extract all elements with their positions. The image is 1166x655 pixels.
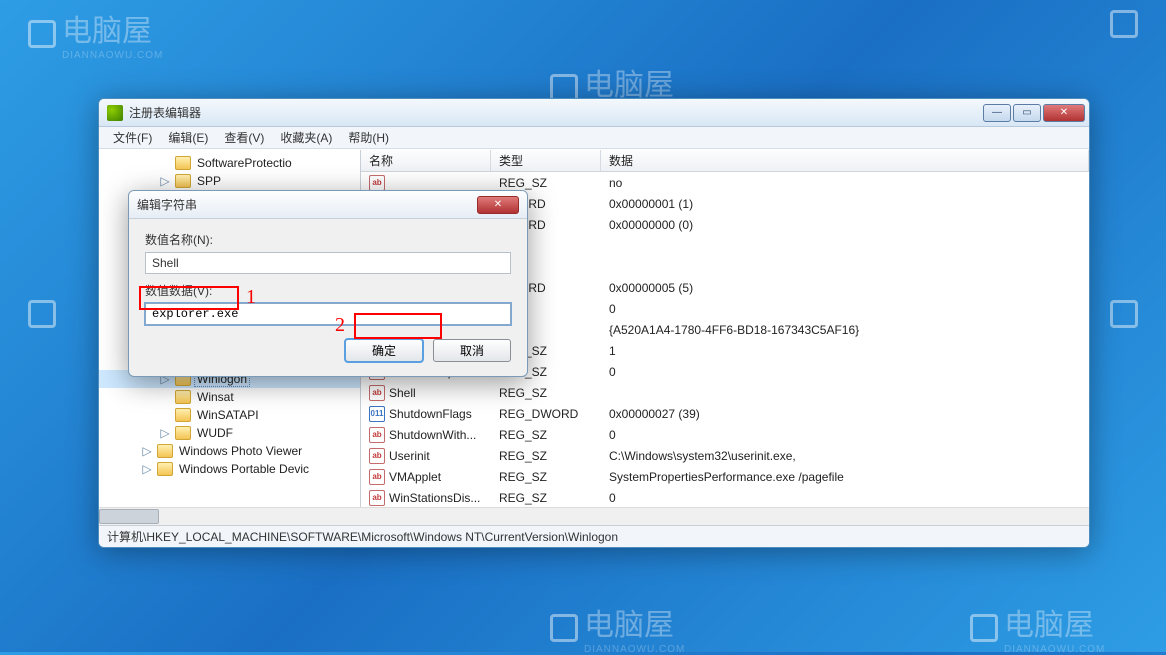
tree-item-label: Winsat xyxy=(195,390,236,404)
list-row[interactable]: ab ShutdownWith... REG_SZ0 xyxy=(361,424,1089,445)
tree-item[interactable]: Winsat xyxy=(99,388,360,406)
folder-icon xyxy=(175,408,191,422)
list-row[interactable]: 011 ShutdownFlags REG_DWORD0x00000027 (39) xyxy=(361,403,1089,424)
watermark-icon xyxy=(28,20,56,48)
value-name: ShutdownWith... xyxy=(389,428,476,442)
watermark-sub: DIANNAOWU.COM xyxy=(62,50,163,61)
tree-item-label: WUDF xyxy=(195,426,235,440)
col-type[interactable]: 类型 xyxy=(491,150,601,171)
ok-button[interactable]: 确定 xyxy=(345,339,423,362)
value-data-input[interactable] xyxy=(145,303,511,325)
tree-item-label: SoftwareProtectio xyxy=(195,156,294,170)
list-row[interactable]: ab VMApplet REG_SZSystemPropertiesPerforma… xyxy=(361,466,1089,487)
expand-icon[interactable]: ▷ xyxy=(141,444,153,459)
list-header[interactable]: 名称 类型 数据 xyxy=(361,150,1089,172)
tree-item[interactable]: ▷ SPP xyxy=(99,172,360,190)
tree-item-label: SPP xyxy=(195,174,223,188)
titlebar[interactable]: 注册表编辑器 — ▭ ✕ xyxy=(99,99,1089,127)
value-data: 1 xyxy=(601,344,1089,358)
value-icon: ab xyxy=(369,490,385,506)
value-icon: ab xyxy=(369,448,385,464)
status-path: 计算机\HKEY_LOCAL_MACHINE\SOFTWARE\Microsof… xyxy=(107,528,618,545)
value-type: REG_SZ xyxy=(491,176,601,190)
folder-icon xyxy=(157,444,173,458)
folder-icon xyxy=(175,156,191,170)
value-name: ShutdownFlags xyxy=(389,407,472,421)
menu-view[interactable]: 查看(V) xyxy=(216,127,272,148)
value-data: 0 xyxy=(601,365,1089,379)
value-type: REG_SZ xyxy=(491,449,601,463)
watermark-text: 电脑屋 xyxy=(62,15,152,48)
list-row[interactable]: ab Userinit REG_SZC:\Windows\system32\user… xyxy=(361,445,1089,466)
value-data: SystemPropertiesPerformance.exe /pagefil… xyxy=(601,470,1089,484)
list-row[interactable]: ab WinStationsDis... REG_SZ0 xyxy=(361,487,1089,507)
value-data: {A520A1A4-1780-4FF6-BD18-167343C5AF16} xyxy=(601,323,1089,337)
tree-item[interactable]: ▷ WUDF xyxy=(99,424,360,442)
tree-item[interactable]: ▷ Windows Photo Viewer xyxy=(99,442,360,460)
value-data: 0x00000005 (5) xyxy=(601,281,1089,295)
scroll-thumb[interactable] xyxy=(99,509,159,524)
dialog-close-button[interactable]: ✕ xyxy=(477,196,519,214)
cancel-button[interactable]: 取消 xyxy=(433,339,511,362)
value-name: VMApplet xyxy=(389,470,441,484)
menu-edit[interactable]: 编辑(E) xyxy=(160,127,216,148)
minimize-button[interactable]: — xyxy=(983,104,1011,122)
edit-string-dialog: 编辑字符串 ✕ 数值名称(N): Shell 数值数据(V): 确定 取消 xyxy=(128,190,528,377)
folder-icon xyxy=(175,174,191,188)
value-name: Userinit xyxy=(389,449,430,463)
dialog-titlebar[interactable]: 编辑字符串 ✕ xyxy=(129,191,527,219)
value-icon: ab xyxy=(369,385,385,401)
value-data: 0 xyxy=(601,428,1089,442)
maximize-button[interactable]: ▭ xyxy=(1013,104,1041,122)
value-data: 0 xyxy=(601,491,1089,505)
value-icon: ab xyxy=(369,469,385,485)
value-icon: 011 xyxy=(369,406,385,422)
tree-item-label: Windows Photo Viewer xyxy=(177,444,304,458)
folder-icon xyxy=(157,462,173,476)
value-type: REG_DWORD xyxy=(491,407,601,421)
value-data-label: 数值数据(V): xyxy=(145,282,511,299)
value-data: 0x00000000 (0) xyxy=(601,218,1089,232)
tree-item[interactable]: WinSATAPI xyxy=(99,406,360,424)
expand-icon[interactable]: ▷ xyxy=(159,174,171,189)
tree-item[interactable]: SoftwareProtectio xyxy=(99,154,360,172)
value-name-field: Shell xyxy=(145,252,511,274)
tree-item-label: WinSATAPI xyxy=(195,408,261,422)
col-name[interactable]: 名称 xyxy=(361,150,491,171)
value-name: WinStationsDis... xyxy=(389,491,480,505)
value-name-label: 数值名称(N): xyxy=(145,231,511,248)
expand-icon[interactable]: ▷ xyxy=(159,426,171,441)
menu-favorites[interactable]: 收藏夹(A) xyxy=(272,127,340,148)
value-icon: ab xyxy=(369,427,385,443)
list-row[interactable]: ab Shell REG_SZ xyxy=(361,382,1089,403)
value-type: REG_SZ xyxy=(491,386,601,400)
window-title: 注册表编辑器 xyxy=(129,104,983,121)
menu-file[interactable]: 文件(F) xyxy=(105,127,160,148)
regedit-icon xyxy=(107,105,123,121)
value-type: REG_SZ xyxy=(491,491,601,505)
value-type: REG_SZ xyxy=(491,428,601,442)
expand-icon[interactable]: ▷ xyxy=(141,462,153,477)
tree-hscrollbar[interactable] xyxy=(99,507,1089,525)
value-data: 0 xyxy=(601,302,1089,316)
value-icon: ab xyxy=(369,175,385,191)
menu-help[interactable]: 帮助(H) xyxy=(340,127,397,148)
col-data[interactable]: 数据 xyxy=(601,150,1089,171)
close-button[interactable]: ✕ xyxy=(1043,104,1085,122)
value-data: no xyxy=(601,176,1089,190)
value-name: Shell xyxy=(389,386,416,400)
value-data: 0x00000001 (1) xyxy=(601,197,1089,211)
value-type: REG_SZ xyxy=(491,470,601,484)
menubar: 文件(F) 编辑(E) 查看(V) 收藏夹(A) 帮助(H) xyxy=(99,127,1089,149)
dialog-title: 编辑字符串 xyxy=(137,196,197,213)
tree-item-label: Windows Portable Devic xyxy=(177,462,311,476)
tree-item[interactable]: ▷ Windows Portable Devic xyxy=(99,460,360,478)
statusbar: 计算机\HKEY_LOCAL_MACHINE\SOFTWARE\Microsof… xyxy=(99,525,1089,547)
value-data: C:\Windows\system32\userinit.exe, xyxy=(601,449,1089,463)
folder-icon xyxy=(175,426,191,440)
folder-icon xyxy=(175,390,191,404)
value-data: 0x00000027 (39) xyxy=(601,407,1089,421)
